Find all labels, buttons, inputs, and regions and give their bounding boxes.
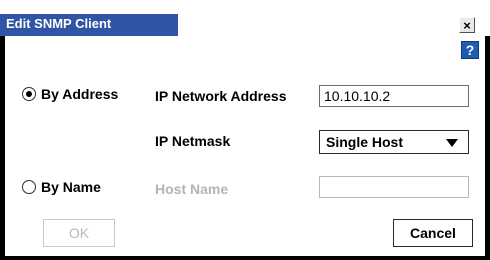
radio-by-address-circle — [22, 87, 36, 101]
ip-netmask-value: Single Host — [326, 134, 404, 150]
ip-netmask-label: IP Netmask — [155, 133, 231, 149]
ip-network-address-label: IP Network Address — [155, 88, 287, 104]
title-strip: Edit SNMP Client — [0, 14, 178, 36]
cancel-button-label: Cancel — [410, 225, 456, 241]
radio-by-address[interactable]: By Address — [22, 86, 118, 102]
chevron-down-icon — [446, 139, 458, 147]
ip-netmask-select[interactable]: Single Host — [319, 130, 469, 154]
radio-by-name-label: By Name — [41, 179, 101, 195]
ok-button[interactable]: OK — [43, 219, 115, 247]
radio-selected-dot — [26, 91, 32, 97]
ip-network-address-field[interactable]: 10.10.10.2 — [319, 85, 469, 107]
cancel-button[interactable]: Cancel — [393, 219, 473, 247]
help-button[interactable]: ? — [461, 41, 479, 59]
ip-network-address-value: 10.10.10.2 — [324, 88, 391, 104]
radio-by-name-circle — [22, 180, 36, 194]
ok-button-label: OK — [68, 225, 90, 241]
host-name-field[interactable] — [319, 176, 469, 198]
close-button[interactable]: × — [459, 17, 475, 33]
radio-by-name[interactable]: By Name — [22, 179, 101, 195]
dialog-title: Edit SNMP Client — [6, 16, 112, 31]
help-icon: ? — [465, 42, 475, 58]
host-name-label: Host Name — [155, 181, 229, 197]
radio-by-address-label: By Address — [41, 86, 119, 102]
close-icon: × — [463, 17, 471, 33]
title-bar: Edit SNMP Client × — [0, 0, 490, 36]
dialog-body: ? By Address IP Network Address 10.10.10… — [5, 36, 485, 256]
edit-snmp-client-dialog: Edit SNMP Client × ? By Address IP Netwo… — [0, 0, 490, 260]
